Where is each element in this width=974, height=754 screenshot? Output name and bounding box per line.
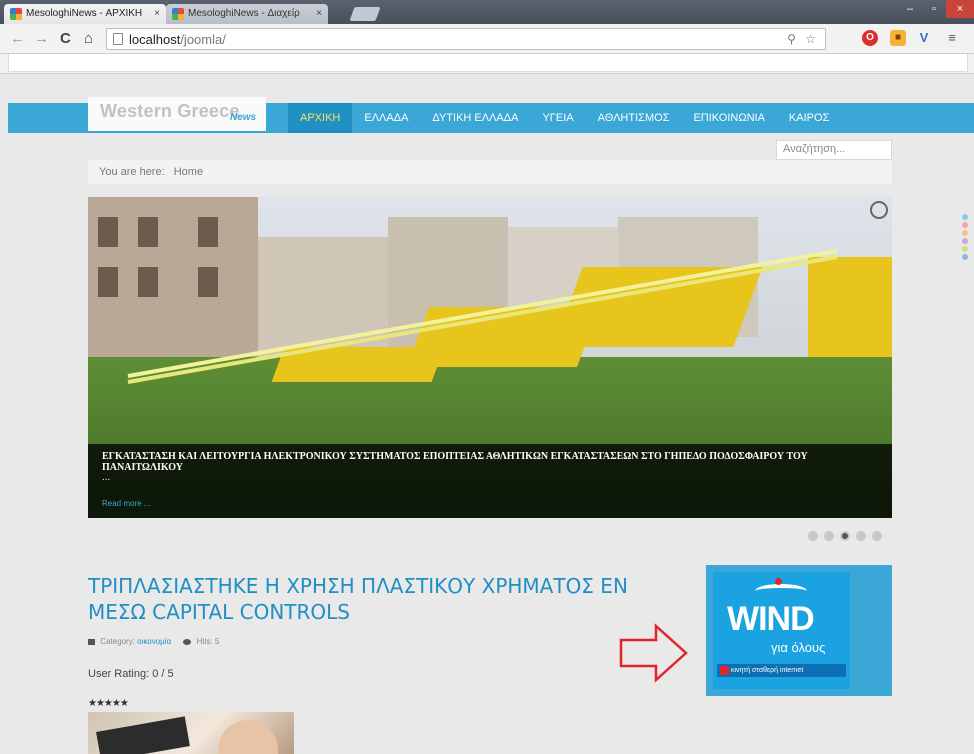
slide-dot[interactable]	[808, 531, 818, 541]
extension-icon[interactable]: ■	[890, 30, 906, 46]
slide-title[interactable]: ΕΓΚΑΤΑΣΤΑΣΗ ΚΑΙ ΛΕΙΤΟΥΡΓΙΑ ΗΛΕΚΤΡΟΝΙΚΟΥ …	[102, 451, 882, 473]
read-more-link[interactable]: Read more ...	[102, 499, 150, 508]
site-favicon-icon	[172, 8, 184, 20]
menu-item-western-greece[interactable]: ΔΥΤΙΚΗ ΕΛΛΑΔΑ	[420, 103, 530, 133]
url-text: localhost/joomla/	[129, 32, 226, 47]
slider-pager	[808, 531, 888, 541]
minimize-button[interactable]: –	[898, 0, 922, 18]
breadcrumb: You are here: Home	[88, 160, 892, 184]
ad-tagline: για όλους	[771, 640, 826, 655]
user-rating: User Rating: 0 / 5	[88, 668, 174, 680]
browser-tab-bar: MesologhiNews - ΑΡΧΙΚΗ × MesologhiNews -…	[0, 0, 974, 24]
menu-item-sports[interactable]: ΑΘΛΗΤΙΣΜΟΣ	[586, 103, 682, 133]
close-tab-icon[interactable]: ×	[316, 8, 322, 19]
reload-button[interactable]: C	[60, 30, 71, 48]
menu-item-contact[interactable]: ΕΠΙΚΟΙΝΩΝΙΑ	[681, 103, 776, 133]
menu-icon[interactable]: ≡	[944, 30, 960, 46]
tab-title: MesologhiNews - ΑΡΧΙΚΗ	[26, 8, 143, 19]
breadcrumb-label: You are here:	[99, 166, 165, 178]
site-favicon-icon	[10, 8, 22, 20]
breadcrumb-home-link[interactable]: Home	[174, 166, 203, 178]
main-menu: ΑΡΧΙΚΗ ΕΛΛΑΔΑ ΔΥΤΙΚΗ ΕΛΛΑΔΑ ΥΓΕΙΑ ΑΘΛΗΤΙ…	[288, 103, 841, 133]
back-button[interactable]: ←	[10, 30, 25, 48]
slide-dot-active[interactable]	[840, 531, 850, 541]
logo-text: Western Greece	[100, 101, 240, 121]
color-switcher[interactable]	[962, 214, 970, 262]
slide-dot[interactable]	[856, 531, 866, 541]
red-arrow-icon	[619, 623, 688, 683]
menu-item-greece[interactable]: ΕΛΛΑΔΑ	[352, 103, 420, 133]
page-icon	[113, 33, 123, 45]
folder-icon	[88, 638, 95, 645]
article-title[interactable]: ΤΡΙΠΛΑΣΙΑΣΤΗΚΕ Η ΧΡΗΣΗ ΠΛΑΣΤΙΚΟΥ ΧΡΗΜΑΤΟ…	[88, 573, 678, 625]
article-image[interactable]	[88, 712, 294, 754]
hits-count: Hits: 5	[196, 637, 220, 646]
browser-toolbar: ← → C ⌂ localhost/joomla/ ⚲ ☆	[0, 24, 974, 54]
tab-title: MesologhiNews - Διαχείρ	[188, 8, 300, 19]
rating-stars[interactable]: ★★★★★	[88, 698, 129, 709]
slide-ellipsis: ...	[102, 472, 111, 483]
wind-logo-swoosh-icon	[755, 584, 807, 598]
address-bar[interactable]: localhost/joomla/ ⚲ ☆	[106, 28, 826, 50]
close-tab-icon[interactable]: ×	[154, 8, 160, 19]
eye-icon	[183, 638, 192, 645]
close-window-button[interactable]: ×	[946, 0, 974, 18]
menu-item-weather[interactable]: ΚΑΙΡΟΣ	[777, 103, 841, 133]
tab-inactive[interactable]: MesologhiNews - Διαχείρ ×	[166, 4, 328, 24]
ad-services: κινητή σταθερή internet	[717, 664, 846, 677]
home-button[interactable]: ⌂	[84, 30, 93, 48]
category-label: Category:	[100, 637, 135, 646]
tab-active[interactable]: MesologhiNews - ΑΡΧΙΚΗ ×	[4, 4, 166, 24]
article-meta: Category: οικονομία Hits: 5	[88, 637, 219, 646]
menu-item-home[interactable]: ΑΡΧΙΚΗ	[288, 103, 353, 133]
featured-slider[interactable]: ΕΓΚΑΤΑΣΤΑΣΗ ΚΑΙ ΛΕΙΤΟΥΡΓΙΑ ΗΛΕΚΤΡΟΝΙΚΟΥ …	[88, 197, 892, 518]
wind-advertisement[interactable]: WIND για όλους κινητή σταθερή internet	[706, 565, 892, 696]
category-link[interactable]: οικονομία	[137, 637, 171, 646]
restore-button[interactable]: ▫	[922, 0, 946, 18]
forward-button[interactable]: →	[34, 30, 49, 48]
bookmark-bar	[0, 54, 974, 74]
web-page: Western Greece News ΑΡΧΙΚΗ ΕΛΛΑΔΑ ΔΥΤΙΚΗ…	[0, 74, 974, 754]
search-input[interactable]: Αναζήτηση...	[776, 140, 892, 160]
slide-dot[interactable]	[872, 531, 882, 541]
vpn-extension-icon[interactable]: V	[916, 30, 932, 46]
bookmark-star-icon[interactable]: ⚲ ☆	[787, 32, 819, 46]
logo-subtext: News	[230, 112, 257, 123]
main-navbar: Western Greece News ΑΡΧΙΚΗ ΕΛΛΑΔΑ ΔΥΤΙΚΗ…	[8, 97, 974, 133]
menu-item-health[interactable]: ΥΓΕΙΑ	[530, 103, 585, 133]
ad-brand: WIND	[727, 600, 815, 638]
site-logo[interactable]: Western Greece News	[88, 97, 266, 131]
slide-dot[interactable]	[824, 531, 834, 541]
slider-play-icon[interactable]	[870, 201, 888, 219]
new-tab-button[interactable]	[349, 7, 381, 21]
slide-caption: ΕΓΚΑΤΑΣΤΑΣΗ ΚΑΙ ΛΕΙΤΟΥΡΓΙΑ ΗΛΕΚΤΡΟΝΙΚΟΥ …	[88, 444, 892, 518]
opera-extension-icon[interactable]: O	[862, 30, 878, 46]
